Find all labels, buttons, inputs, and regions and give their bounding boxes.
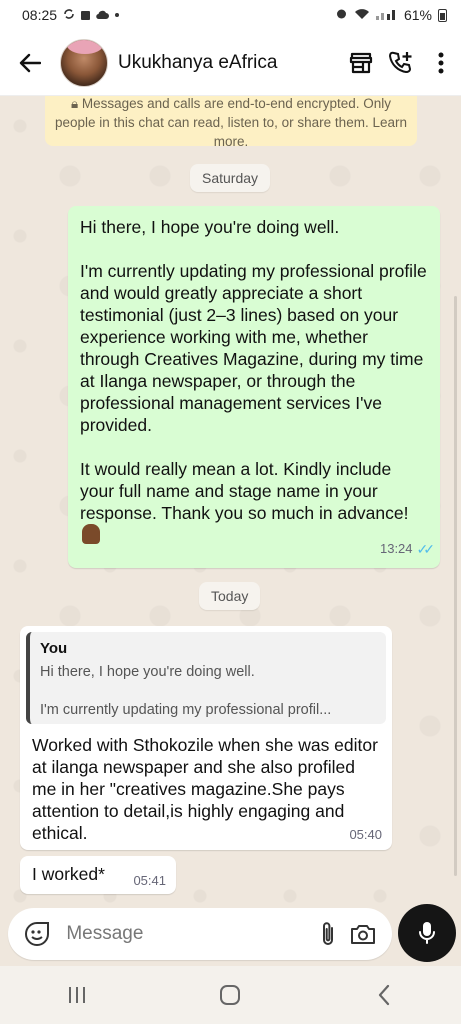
back-button[interactable] (6, 39, 54, 87)
phone-plus-icon (388, 51, 412, 73)
message-time: 05:40 (349, 827, 382, 842)
sticker-icon (25, 922, 50, 946)
arrow-left-icon (19, 53, 41, 72)
message-paragraph: It would really mean a lot. Kindly inclu… (80, 458, 428, 546)
system-nav-bar (0, 966, 461, 1024)
quote-line: Hi there, I hope you're doing well. (40, 664, 255, 680)
incoming-message[interactable]: I worked* 05:41 (20, 856, 176, 894)
message-text: Worked with Sthokozile when she was edit… (32, 735, 378, 843)
quote-author: You (40, 640, 68, 657)
composer (0, 904, 461, 966)
camera-button[interactable] (346, 916, 380, 952)
cloud-icon (96, 7, 110, 23)
battery-icon (438, 8, 447, 22)
recent-apps-button[interactable] (47, 973, 107, 1017)
alarm-icon (335, 7, 348, 23)
storefront-icon (349, 52, 373, 73)
attach-button[interactable] (311, 916, 345, 952)
message-composer (8, 908, 392, 960)
message-text: I worked* (32, 864, 105, 884)
message-paragraph: I'm currently updating my professional p… (80, 261, 427, 435)
chat-area[interactable]: 🔒︎ Messages and calls are end-to-end enc… (0, 96, 461, 904)
system-back-button[interactable] (354, 973, 414, 1017)
wifi-icon (354, 7, 370, 23)
home-button[interactable] (200, 973, 260, 1017)
encryption-notice-text: Messages and calls are end-to-end encryp… (55, 96, 407, 146)
date-chip-saturday: Saturday (190, 164, 271, 192)
lock-icon: 🔒︎ (70, 96, 82, 111)
contact-name[interactable]: Ukukhanya eAfrica (118, 52, 341, 74)
signal-icon (375, 7, 398, 23)
message-time: 05:41 (133, 873, 166, 888)
message-paragraph-text: It would really mean a lot. Kindly inclu… (80, 459, 409, 523)
quoted-message[interactable]: You Hi there, I hope you're doing well. … (26, 632, 386, 724)
sticker-button[interactable] (20, 916, 54, 952)
date-chip-today: Today (199, 582, 261, 610)
avatar[interactable] (60, 38, 108, 87)
incoming-reply-message[interactable]: You Hi there, I hope you're doing well. … (20, 626, 392, 850)
chevron-left-icon (379, 984, 390, 1006)
recents-icon (68, 987, 85, 1003)
read-receipt-icon: ✓✓ (416, 541, 436, 557)
gallery-icon (81, 10, 91, 20)
paperclip-icon (323, 922, 334, 945)
praying-hands-emoji-icon (82, 524, 100, 544)
notification-dot-icon (115, 13, 120, 17)
shop-button[interactable] (341, 39, 381, 87)
camera-icon (350, 925, 375, 944)
encryption-notice[interactable]: 🔒︎ Messages and calls are end-to-end enc… (45, 96, 417, 146)
status-bar: 08:25 61% (0, 0, 461, 30)
outgoing-message[interactable]: Hi there, I hope you're doing well. I'm … (68, 206, 440, 568)
more-options-button[interactable] (421, 39, 461, 87)
sync-icon (63, 7, 75, 23)
message-input[interactable] (66, 914, 312, 954)
message-paragraph: Hi there, I hope you're doing well. (80, 217, 340, 237)
chat-header: Ukukhanya eAfrica (0, 30, 461, 96)
scrollbar[interactable] (454, 296, 457, 876)
add-call-button[interactable] (381, 39, 421, 87)
message-meta: 13:24 ✓✓ (379, 538, 436, 560)
more-vertical-icon (438, 52, 444, 73)
quote-line: I'm currently updating my professional p… (40, 702, 332, 718)
microphone-icon (419, 922, 435, 944)
battery-percent: 61% (403, 7, 432, 23)
voice-message-button[interactable] (398, 904, 456, 962)
status-time: 08:25 (22, 7, 58, 23)
message-time: 13:24 (379, 541, 413, 556)
home-icon (220, 985, 241, 1005)
